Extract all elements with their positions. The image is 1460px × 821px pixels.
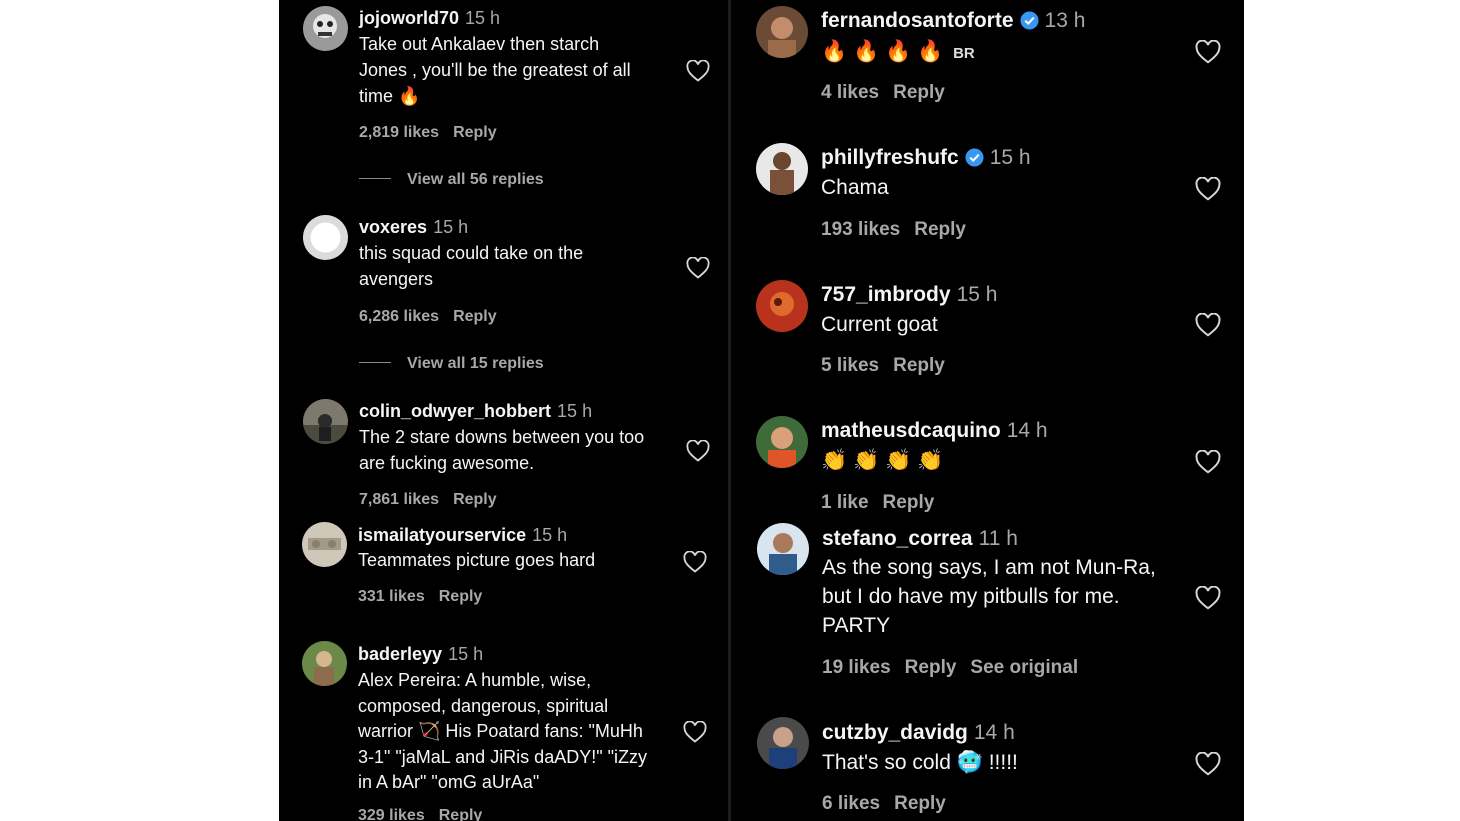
comment-text: Teammates picture goes hard [358, 550, 596, 570]
avatar[interactable] [757, 523, 809, 575]
reply-button[interactable]: Reply [893, 82, 945, 103]
reply-button[interactable]: Reply [439, 588, 483, 605]
comment-text: 👏 👏 👏 👏 [821, 449, 944, 472]
reply-button[interactable]: Reply [453, 124, 497, 141]
timestamp: 15 h [956, 283, 998, 306]
heart-outline-icon[interactable] [686, 440, 710, 462]
comment-text: this squad could take on the [359, 243, 584, 263]
avatar[interactable] [302, 522, 347, 567]
avatar[interactable] [756, 416, 808, 468]
username[interactable]: colin_odwyer_hobbert [359, 401, 551, 421]
comments-panel-right[interactable]: fernandosantoforte 13 h 🔥 🔥 🔥 🔥 BR 4 likes… [731, 0, 1244, 821]
comment-text: Alex Pereira: A humble, wise, [358, 670, 592, 690]
username[interactable]: stefano_correa [822, 527, 973, 550]
comment-text: PARTY [822, 614, 891, 637]
username[interactable]: fernandosantoforte [821, 9, 1014, 32]
timestamp: 15 h [433, 217, 469, 237]
comment-text: As the song says, I am not Mun-Ra, [822, 556, 1156, 579]
reply-button[interactable]: Reply [453, 491, 497, 508]
timestamp: 11 h [978, 527, 1018, 550]
heart-outline-icon[interactable] [1195, 313, 1221, 337]
comment-text: in A bAr" "omG aUrAa" [358, 772, 540, 792]
likes-count[interactable]: 2,819 likes [359, 124, 439, 141]
username[interactable]: matheusdcaquino [821, 419, 1001, 442]
timestamp: 14 h [1006, 419, 1048, 442]
view-replies-label: View all 15 replies [407, 355, 544, 372]
heart-outline-icon[interactable] [683, 721, 707, 743]
timestamp: 14 h [973, 721, 1015, 744]
likes-count[interactable]: 7,861 likes [359, 491, 439, 508]
comment-text: time 🔥 [359, 86, 421, 106]
verified-badge-icon [965, 148, 984, 173]
timestamp: 15 h [448, 644, 484, 664]
heart-outline-icon[interactable] [1195, 586, 1221, 610]
username[interactable]: ismailatyourservice [358, 525, 526, 545]
heart-outline-icon[interactable] [1195, 40, 1221, 64]
avatar[interactable] [303, 215, 348, 260]
divider [359, 178, 391, 179]
reply-button[interactable]: Reply [894, 793, 946, 814]
likes-count[interactable]: 19 likes [822, 657, 891, 678]
likes-count[interactable]: 331 likes [358, 588, 425, 605]
username[interactable]: voxeres [359, 217, 427, 237]
username[interactable]: baderleyy [358, 644, 442, 664]
see-original-button[interactable]: See original [970, 657, 1078, 678]
comment-text: That's so cold 🥶 !!!!! [822, 751, 1018, 774]
timestamp: 15 h [557, 401, 593, 421]
username[interactable]: 757_imbrody [821, 283, 951, 306]
comment-text: Chama [821, 176, 889, 199]
comments-panel-left[interactable]: jojoworld70 15 h Take out Ankalaev then s… [279, 0, 728, 821]
timestamp: 15 h [465, 8, 501, 28]
timestamp: 15 h [989, 146, 1031, 169]
username[interactable]: phillyfreshufc [821, 146, 959, 169]
reply-button[interactable]: Reply [914, 219, 966, 240]
comment-text: Current goat [821, 313, 938, 336]
avatar[interactable] [757, 717, 809, 769]
view-replies-button[interactable]: View all 15 replies [359, 355, 544, 373]
heart-outline-icon[interactable] [686, 257, 710, 279]
heart-outline-icon[interactable] [683, 551, 707, 573]
likes-count[interactable]: 6,286 likes [359, 308, 439, 325]
verified-badge-icon [1019, 11, 1039, 36]
divider [359, 362, 391, 363]
reply-button[interactable]: Reply [439, 807, 483, 821]
likes-count[interactable]: 5 likes [821, 355, 879, 376]
view-replies-label: View all 56 replies [407, 171, 544, 188]
username[interactable]: jojoworld70 [359, 8, 459, 28]
country-tag: BR [953, 45, 975, 62]
reply-button[interactable]: Reply [883, 492, 935, 513]
comment-text: but I do have my pitbulls for me. [822, 585, 1120, 608]
likes-count[interactable]: 1 like [821, 492, 869, 513]
heart-outline-icon[interactable] [1195, 752, 1221, 776]
comment-text: Jones , you'll be the greatest of all [359, 60, 631, 80]
reply-button[interactable]: Reply [893, 355, 945, 376]
likes-count[interactable]: 6 likes [822, 793, 880, 814]
likes-count[interactable]: 193 likes [821, 219, 900, 240]
comment-text: avengers [359, 269, 434, 289]
reply-button[interactable]: Reply [453, 308, 497, 325]
avatar[interactable] [303, 6, 348, 51]
avatar[interactable] [756, 143, 808, 195]
likes-count[interactable]: 329 likes [358, 807, 425, 821]
comment-text: The 2 stare downs between you too [359, 427, 645, 447]
avatar[interactable] [303, 399, 348, 444]
heart-outline-icon[interactable] [1195, 177, 1221, 201]
timestamp: 15 h [532, 525, 568, 545]
comment-text: are fucking awesome. [359, 453, 535, 473]
comment-text: warrior 🏹 His Poatard fans: "MuHh [358, 721, 643, 741]
comment-text: 3-1" "jaMaL and JiRis daADY!" "iZzy [358, 747, 647, 767]
username[interactable]: cutzby_davidg [822, 721, 968, 744]
comment-text: 🔥 🔥 🔥 🔥 [821, 40, 944, 63]
avatar[interactable] [756, 280, 808, 332]
comment-text: composed, dangerous, spiritual [358, 696, 609, 716]
likes-count[interactable]: 4 likes [821, 82, 879, 103]
comment-text: Take out Ankalaev then starch [359, 34, 600, 54]
heart-outline-icon[interactable] [1195, 450, 1221, 474]
avatar[interactable] [756, 6, 808, 58]
timestamp: 13 h [1044, 9, 1086, 32]
view-replies-button[interactable]: View all 56 replies [359, 171, 544, 189]
avatar[interactable] [302, 641, 347, 686]
reply-button[interactable]: Reply [905, 657, 957, 678]
heart-outline-icon[interactable] [686, 60, 710, 82]
